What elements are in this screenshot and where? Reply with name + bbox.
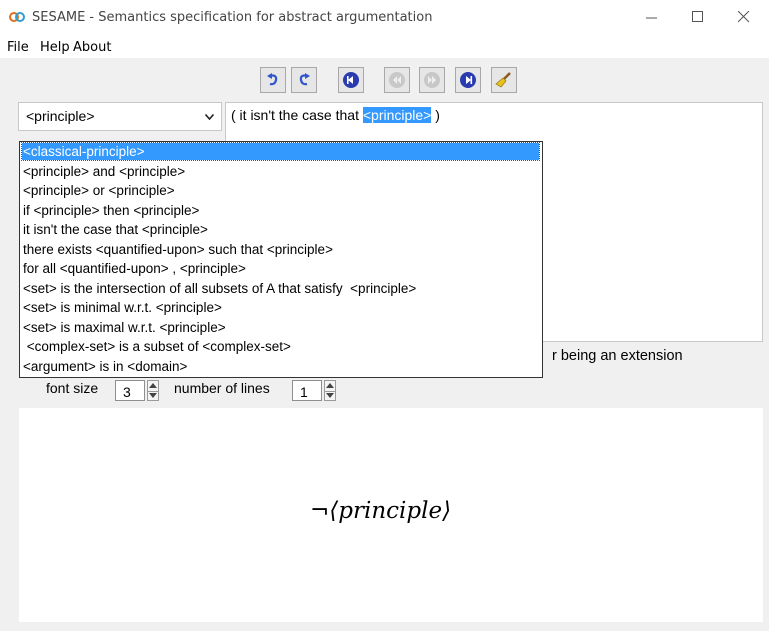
previous-icon — [389, 72, 405, 88]
window-title: SESAME - Semantics specification for abs… — [32, 10, 433, 25]
dropdown-option[interactable]: <classical-principle> — [21, 142, 540, 161]
undo-button[interactable] — [260, 67, 286, 93]
lines-label: number of lines — [174, 380, 270, 396]
rendered-formula: ¬⟨principle⟩ — [310, 498, 451, 524]
font-size-label: font size — [46, 380, 99, 396]
dropdown-option[interactable]: <principle> or <principle> — [22, 182, 175, 199]
dropdown-option[interactable]: if <principle> then <principle> — [22, 202, 199, 219]
negation-symbol: ¬ — [310, 498, 330, 524]
dropdown-option[interactable]: it isn't the case that <principle> — [22, 221, 208, 238]
menu-help[interactable]: Help — [40, 40, 70, 55]
menu-about[interactable]: About — [73, 40, 111, 55]
dropdown-option[interactable]: there exists <quantified-upon> such that… — [22, 241, 333, 258]
formula-body: ⟨principle⟩ — [329, 498, 452, 524]
maximize-button[interactable] — [676, 0, 722, 34]
font-size-field[interactable]: 3 — [115, 380, 145, 401]
dropdown-option[interactable]: <set> is maximal w.r.t. <principle> — [22, 319, 226, 336]
dropdown-option[interactable]: for all <quantified-upon> , <principle> — [22, 260, 246, 277]
chevron-down-icon — [205, 114, 214, 120]
dropdown-option[interactable]: <set> is the intersection of all subsets… — [22, 280, 416, 297]
clear-broom-icon — [495, 72, 511, 88]
arrow-up-icon — [326, 383, 334, 388]
lines-decrement[interactable] — [325, 391, 335, 401]
lines-spinner[interactable]: 1 — [292, 380, 344, 402]
redo-icon — [299, 73, 310, 86]
editor-selected-token[interactable]: <principle> — [362, 107, 432, 123]
arrow-down-icon — [326, 393, 334, 398]
app-logo-icon — [9, 10, 25, 24]
minimize-button[interactable] — [630, 0, 676, 34]
font-size-spin-buttons — [147, 380, 159, 401]
next-icon — [424, 72, 440, 88]
principle-combo[interactable]: <principle> — [18, 102, 222, 131]
font-size-decrement[interactable] — [148, 391, 158, 401]
dropdown-option[interactable]: <set> is minimal w.r.t. <principle> — [22, 299, 222, 316]
clear-button[interactable] — [491, 67, 517, 93]
redo-button[interactable] — [291, 67, 317, 93]
close-icon — [738, 11, 750, 23]
editor-line: ( it isn't the case that <principle> ) — [231, 107, 440, 123]
arrow-up-icon — [149, 383, 157, 388]
title-bar: SESAME - Semantics specification for abs… — [0, 0, 769, 34]
font-size-spinner[interactable]: 3 — [115, 380, 167, 402]
maximize-icon — [692, 11, 703, 22]
dropdown-option[interactable]: <argument> is in <domain> — [22, 358, 187, 375]
dropdown-option[interactable]: <principle> and <principle> — [22, 163, 185, 180]
first-button[interactable] — [338, 67, 364, 93]
last-icon — [460, 72, 476, 88]
undo-icon — [267, 73, 278, 86]
previous-button[interactable] — [384, 67, 410, 93]
lines-field[interactable]: 1 — [292, 380, 322, 401]
last-button[interactable] — [455, 67, 481, 93]
arrow-down-icon — [149, 393, 157, 398]
principle-dropdown-list[interactable]: <classical-principle> <principle> and <pr… — [19, 141, 543, 378]
minimize-icon — [646, 17, 657, 19]
editor-prefix: ( it isn't the case that — [231, 107, 363, 123]
combo-value: <principle> — [26, 108, 95, 124]
first-icon — [343, 72, 359, 88]
close-button[interactable] — [722, 0, 768, 34]
next-button[interactable] — [419, 67, 445, 93]
editor-suffix: ) — [431, 107, 440, 123]
menu-bar — [0, 34, 769, 58]
description-text: r being an extension — [552, 348, 683, 364]
dropdown-option[interactable]: <complex-set> is a subset of <complex-se… — [22, 338, 291, 355]
menu-file[interactable]: File — [7, 40, 29, 55]
lines-spin-buttons — [324, 380, 336, 401]
